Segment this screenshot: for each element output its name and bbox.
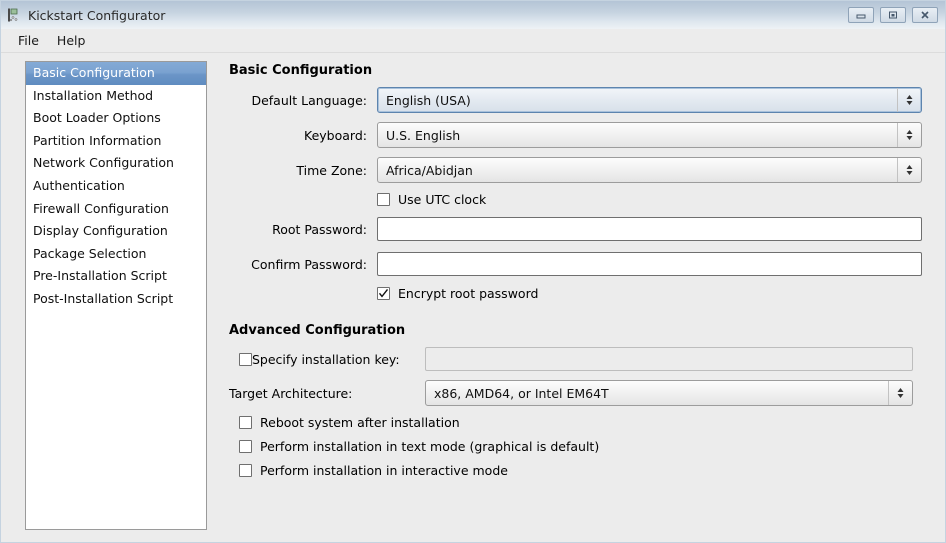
target-architecture-label: Target Architecture: bbox=[229, 385, 353, 401]
sidebar-item-partition-information[interactable]: Partition Information bbox=[26, 130, 206, 153]
root-password-input[interactable] bbox=[377, 217, 922, 241]
reboot-after-install-checkbox[interactable] bbox=[239, 416, 252, 429]
text-mode-label: Perform installation in text mode (graph… bbox=[260, 439, 600, 454]
keyboard-label: Keyboard: bbox=[304, 127, 367, 143]
specify-installation-key-checkbox[interactable] bbox=[239, 352, 252, 366]
sidebar-item-network-configuration[interactable]: Network Configuration bbox=[26, 152, 206, 175]
use-utc-clock-checkbox[interactable] bbox=[377, 193, 390, 206]
settings-panel: Basic Configuration Default Language: En… bbox=[207, 61, 945, 542]
keyboard-select[interactable]: U.S. English bbox=[377, 122, 922, 148]
reboot-after-install-row[interactable]: Reboot system after installation bbox=[229, 415, 945, 430]
sidebar-item-package-selection[interactable]: Package Selection bbox=[26, 243, 206, 266]
time-zone-label: Time Zone: bbox=[296, 162, 367, 178]
sidebar-item-firewall-configuration[interactable]: Firewall Configuration bbox=[26, 198, 206, 221]
menu-help[interactable]: Help bbox=[48, 31, 95, 50]
text-mode-checkbox[interactable] bbox=[239, 440, 252, 453]
reboot-after-install-label: Reboot system after installation bbox=[260, 415, 460, 430]
navigation-list[interactable]: Basic Configuration Installation Method … bbox=[25, 61, 207, 530]
use-utc-clock-label: Use UTC clock bbox=[398, 192, 487, 207]
sidebar-item-boot-loader-options[interactable]: Boot Loader Options bbox=[26, 107, 206, 130]
specify-installation-key-row: Specify installation key: bbox=[229, 347, 945, 371]
target-architecture-row: Target Architecture: x86, AMD64, or Inte… bbox=[229, 380, 945, 406]
text-mode-row[interactable]: Perform installation in text mode (graph… bbox=[229, 439, 945, 454]
check-icon bbox=[378, 288, 389, 298]
keyboard-row: Keyboard: U.S. English bbox=[229, 122, 945, 148]
content-area: Basic Configuration Installation Method … bbox=[1, 53, 945, 542]
root-password-row: Root Password: bbox=[229, 216, 945, 242]
sidebar-item-installation-method[interactable]: Installation Method bbox=[26, 85, 206, 108]
specify-installation-key-toggle[interactable]: Specify installation key: bbox=[229, 352, 425, 367]
close-button[interactable] bbox=[912, 7, 938, 23]
minimize-button[interactable] bbox=[848, 7, 874, 23]
chevron-updown-icon bbox=[888, 381, 912, 405]
sidebar-item-authentication[interactable]: Authentication bbox=[26, 175, 206, 198]
basic-configuration-heading: Basic Configuration bbox=[229, 63, 373, 78]
interactive-mode-row[interactable]: Perform installation in interactive mode bbox=[229, 463, 945, 478]
sidebar-item-basic-configuration[interactable]: Basic Configuration bbox=[26, 62, 206, 85]
window-controls bbox=[848, 7, 938, 23]
app-icon bbox=[6, 7, 22, 23]
default-language-row: Default Language: English (USA) bbox=[229, 87, 945, 113]
keyboard-value: U.S. English bbox=[386, 127, 461, 143]
encrypt-root-password-checkbox[interactable] bbox=[377, 287, 390, 300]
maximize-button[interactable] bbox=[880, 7, 906, 23]
sidebar-item-pre-installation-script[interactable]: Pre-Installation Script bbox=[26, 265, 206, 288]
application-window: Kickstart Configurator File Help Basic C… bbox=[0, 0, 946, 543]
target-architecture-value: x86, AMD64, or Intel EM64T bbox=[434, 385, 609, 401]
chevron-updown-icon bbox=[897, 123, 921, 147]
chevron-updown-icon bbox=[897, 88, 921, 112]
default-language-select[interactable]: English (USA) bbox=[377, 87, 922, 113]
confirm-password-row: Confirm Password: bbox=[229, 251, 945, 277]
title-bar: Kickstart Configurator bbox=[1, 1, 945, 29]
interactive-mode-label: Perform installation in interactive mode bbox=[260, 463, 508, 478]
menu-file[interactable]: File bbox=[9, 31, 48, 50]
sidebar-item-display-configuration[interactable]: Display Configuration bbox=[26, 220, 206, 243]
interactive-mode-checkbox[interactable] bbox=[239, 464, 252, 477]
chevron-updown-icon bbox=[897, 158, 921, 182]
confirm-password-label: Confirm Password: bbox=[251, 256, 367, 272]
installation-key-input[interactable] bbox=[425, 347, 913, 371]
time-zone-value: Africa/Abidjan bbox=[386, 162, 473, 178]
menu-bar: File Help bbox=[1, 29, 945, 53]
root-password-label: Root Password: bbox=[272, 221, 367, 237]
encrypt-root-password-row[interactable]: Encrypt root password bbox=[229, 286, 945, 301]
time-zone-select[interactable]: Africa/Abidjan bbox=[377, 157, 922, 183]
use-utc-clock-row[interactable]: Use UTC clock bbox=[229, 192, 945, 207]
default-language-label: Default Language: bbox=[251, 92, 367, 108]
encrypt-root-password-label: Encrypt root password bbox=[398, 286, 539, 301]
target-architecture-select[interactable]: x86, AMD64, or Intel EM64T bbox=[425, 380, 913, 406]
window-title: Kickstart Configurator bbox=[28, 7, 166, 23]
sidebar-item-post-installation-script[interactable]: Post-Installation Script bbox=[26, 288, 206, 311]
time-zone-row: Time Zone: Africa/Abidjan bbox=[229, 157, 945, 183]
confirm-password-input[interactable] bbox=[377, 252, 922, 276]
default-language-value: English (USA) bbox=[386, 92, 471, 108]
advanced-configuration-heading: Advanced Configuration bbox=[229, 323, 406, 338]
specify-installation-key-label: Specify installation key: bbox=[252, 351, 400, 367]
